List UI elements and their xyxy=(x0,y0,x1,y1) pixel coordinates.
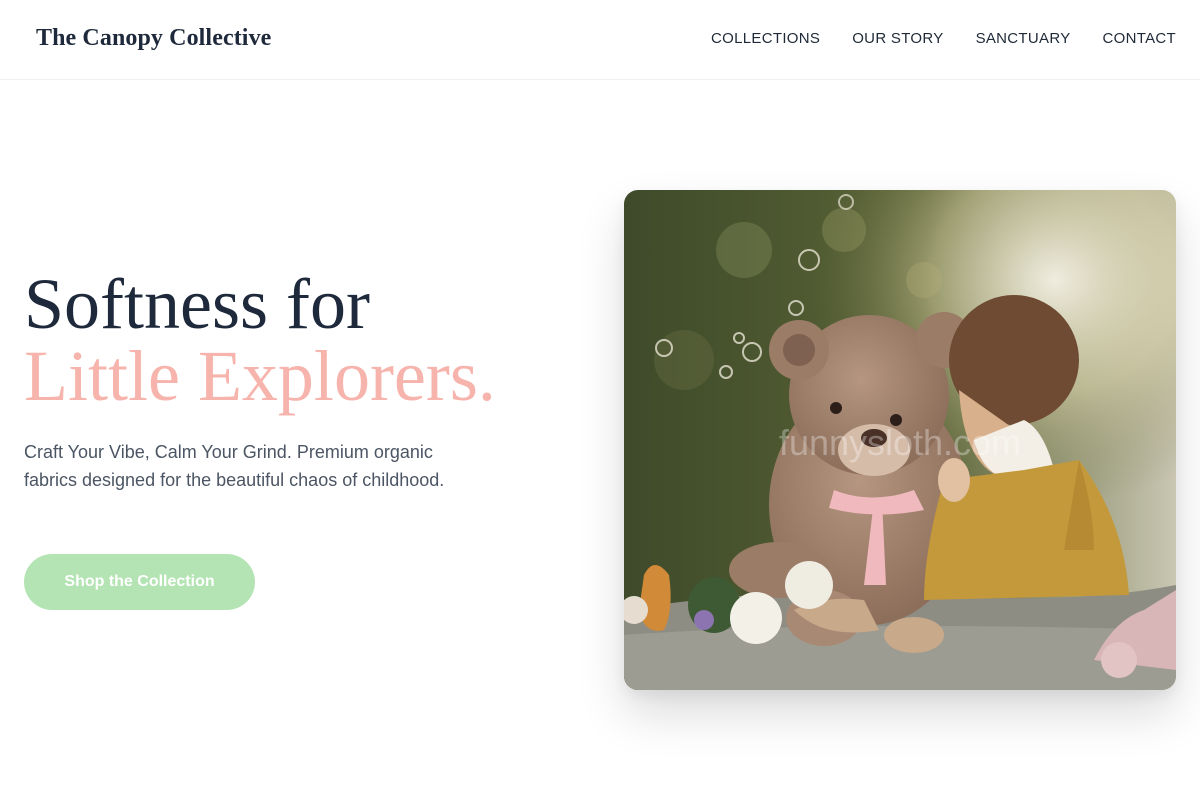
nav-link-contact[interactable]: CONTACT xyxy=(1103,30,1176,47)
main-nav: COLLECTIONS OUR STORY SANCTUARY CONTACT xyxy=(711,30,1176,47)
shop-collection-button[interactable]: Shop the Collection xyxy=(24,554,255,610)
image-watermark: funnysloth.com xyxy=(779,422,1021,463)
hero-title-line1: Softness for xyxy=(24,264,370,344)
nav-link-collections[interactable]: COLLECTIONS xyxy=(711,30,820,47)
hero-title-line2: Little Explorers. xyxy=(24,336,496,416)
site-header: The Canopy Collective COLLECTIONS OUR ST… xyxy=(0,0,1200,80)
brand-logo[interactable]: The Canopy Collective xyxy=(36,25,271,52)
nav-link-our-story[interactable]: OUR STORY xyxy=(852,30,943,47)
hero-description: Craft Your Vibe, Calm Your Grind. Premiu… xyxy=(24,442,445,490)
hero-photo-illustration: funnysloth.com xyxy=(624,190,1176,690)
nav-link-sanctuary[interactable]: SANCTUARY xyxy=(976,30,1071,47)
hero-photo: funnysloth.com xyxy=(624,190,1176,690)
hero-title: Softness for Little Explorers. xyxy=(24,268,496,412)
